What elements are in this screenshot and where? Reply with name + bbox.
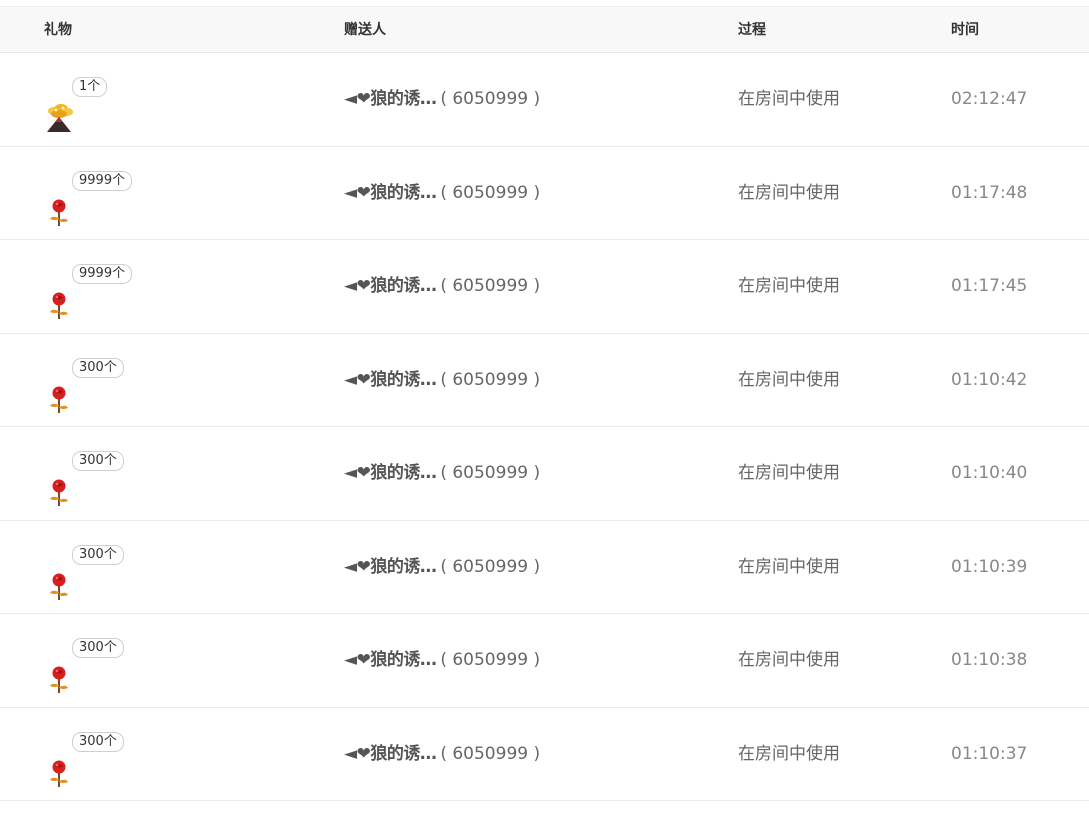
- sender-name[interactable]: ◄❤狼的诱…: [344, 370, 437, 390]
- table-row: 300个 ◄❤狼的诱…( 6050999 ) 在房间中使用 01:10:37: [0, 708, 1089, 801]
- process-cell: 在房间中使用: [738, 89, 840, 109]
- gift-cell: 1个: [44, 53, 164, 145]
- gift-cell: 300个: [44, 708, 164, 800]
- gift-cell: 300个: [44, 521, 164, 613]
- rose-gift-icon: [44, 177, 74, 226]
- gift-count-badge: 300个: [72, 451, 124, 471]
- gift-count-badge: 9999个: [72, 264, 133, 284]
- time-cell: 01:10:40: [951, 463, 1028, 483]
- volcano-gift-icon: [44, 83, 74, 132]
- sender-name[interactable]: ◄❤狼的诱…: [344, 276, 437, 296]
- sender-id: ( 6050999 ): [440, 650, 541, 670]
- table-row: 300个 ◄❤狼的诱…( 6050999 ) 在房间中使用 01:10:39: [0, 521, 1089, 614]
- sender-id: ( 6050999 ): [440, 276, 541, 296]
- process-cell: 在房间中使用: [738, 556, 840, 577]
- time-cell: 01:17:45: [951, 276, 1028, 296]
- rose-gift-icon: [44, 644, 74, 693]
- table-row: 9999个 ◄❤狼的诱…( 6050999 ) 在房间中使用 01:17:48: [0, 147, 1089, 240]
- header-sender: 赠送人: [344, 22, 386, 38]
- time-cell: 01:10:39: [951, 556, 1028, 577]
- sender-name[interactable]: ◄❤狼的诱…: [344, 463, 437, 483]
- process-cell: 在房间中使用: [738, 276, 840, 296]
- sender-name[interactable]: ◄❤狼的诱…: [344, 650, 437, 670]
- sender-id: ( 6050999 ): [440, 463, 541, 483]
- gift-count-badge: 1个: [72, 77, 108, 97]
- process-cell: 在房间中使用: [738, 369, 840, 390]
- sender-cell: ◄❤狼的诱…( 6050999 ): [344, 53, 540, 145]
- sender-name[interactable]: ◄❤狼的诱…: [344, 557, 437, 577]
- header-time: 时间: [951, 22, 979, 38]
- sender-cell: ◄❤狼的诱…( 6050999 ): [344, 147, 540, 239]
- process-cell: 在房间中使用: [738, 182, 840, 203]
- gift-count-badge: 300个: [72, 638, 124, 658]
- sender-id: ( 6050999 ): [440, 369, 541, 390]
- gift-cell: 300个: [44, 427, 164, 519]
- sender-cell: ◄❤狼的诱…( 6050999 ): [344, 334, 540, 426]
- sender-cell: ◄❤狼的诱…( 6050999 ): [344, 521, 540, 613]
- rose-gift-icon: [44, 738, 74, 787]
- rose-gift-icon: [44, 364, 74, 413]
- sender-cell: ◄❤狼的诱…( 6050999 ): [344, 708, 540, 800]
- rose-gift-icon: [44, 270, 74, 319]
- header-process: 过程: [738, 22, 766, 38]
- sender-name[interactable]: ◄❤狼的诱…: [344, 744, 437, 764]
- sender-cell: ◄❤狼的诱…( 6050999 ): [344, 614, 540, 706]
- gift-count-badge: 300个: [72, 731, 124, 752]
- gift-record-table: 礼物 赠送人 过程 时间 1个 ◄❤狼的诱…( 6050999 ) 在房间中使用 02…: [0, 6, 1089, 801]
- time-cell: 01:17:48: [951, 182, 1028, 203]
- table-row: 9999个 ◄❤狼的诱…( 6050999 ) 在房间中使用 01:17:45: [0, 240, 1089, 334]
- sender-id: ( 6050999 ): [440, 89, 541, 109]
- sender-id: ( 6050999 ): [440, 743, 541, 764]
- table-body: 1个 ◄❤狼的诱…( 6050999 ) 在房间中使用 02:12:47 9999个 ◄❤…: [0, 53, 1089, 801]
- table-row: 300个 ◄❤狼的诱…( 6050999 ) 在房间中使用 01:10:38: [0, 614, 1089, 708]
- header-gift: 礼物: [44, 22, 72, 38]
- process-cell: 在房间中使用: [738, 743, 840, 764]
- process-cell: 在房间中使用: [738, 463, 840, 483]
- table-row: 300个 ◄❤狼的诱…( 6050999 ) 在房间中使用 01:10:40: [0, 427, 1089, 521]
- process-cell: 在房间中使用: [738, 650, 840, 670]
- gift-cell: 9999个: [44, 240, 164, 332]
- table-row: 300个 ◄❤狼的诱…( 6050999 ) 在房间中使用 01:10:42: [0, 334, 1089, 427]
- time-cell: 01:10:42: [951, 369, 1028, 390]
- time-cell: 01:10:38: [951, 650, 1028, 670]
- gift-count-badge: 9999个: [72, 170, 133, 191]
- sender-id: ( 6050999 ): [440, 556, 541, 577]
- gift-cell: 300个: [44, 334, 164, 426]
- sender-cell: ◄❤狼的诱…( 6050999 ): [344, 240, 540, 332]
- sender-name[interactable]: ◄❤狼的诱…: [344, 89, 437, 109]
- rose-gift-icon: [44, 457, 74, 506]
- sender-cell: ◄❤狼的诱…( 6050999 ): [344, 427, 540, 519]
- gift-count-badge: 300个: [72, 357, 124, 378]
- rose-gift-icon: [44, 551, 74, 600]
- table-header: 礼物 赠送人 过程 时间: [0, 6, 1089, 53]
- gift-cell: 300个: [44, 614, 164, 706]
- time-cell: 02:12:47: [951, 89, 1028, 109]
- table-row: 1个 ◄❤狼的诱…( 6050999 ) 在房间中使用 02:12:47: [0, 53, 1089, 147]
- gift-cell: 9999个: [44, 147, 164, 239]
- gift-count-badge: 300个: [72, 544, 124, 565]
- time-cell: 01:10:37: [951, 743, 1028, 764]
- sender-id: ( 6050999 ): [440, 182, 541, 203]
- sender-name[interactable]: ◄❤狼的诱…: [344, 183, 437, 203]
